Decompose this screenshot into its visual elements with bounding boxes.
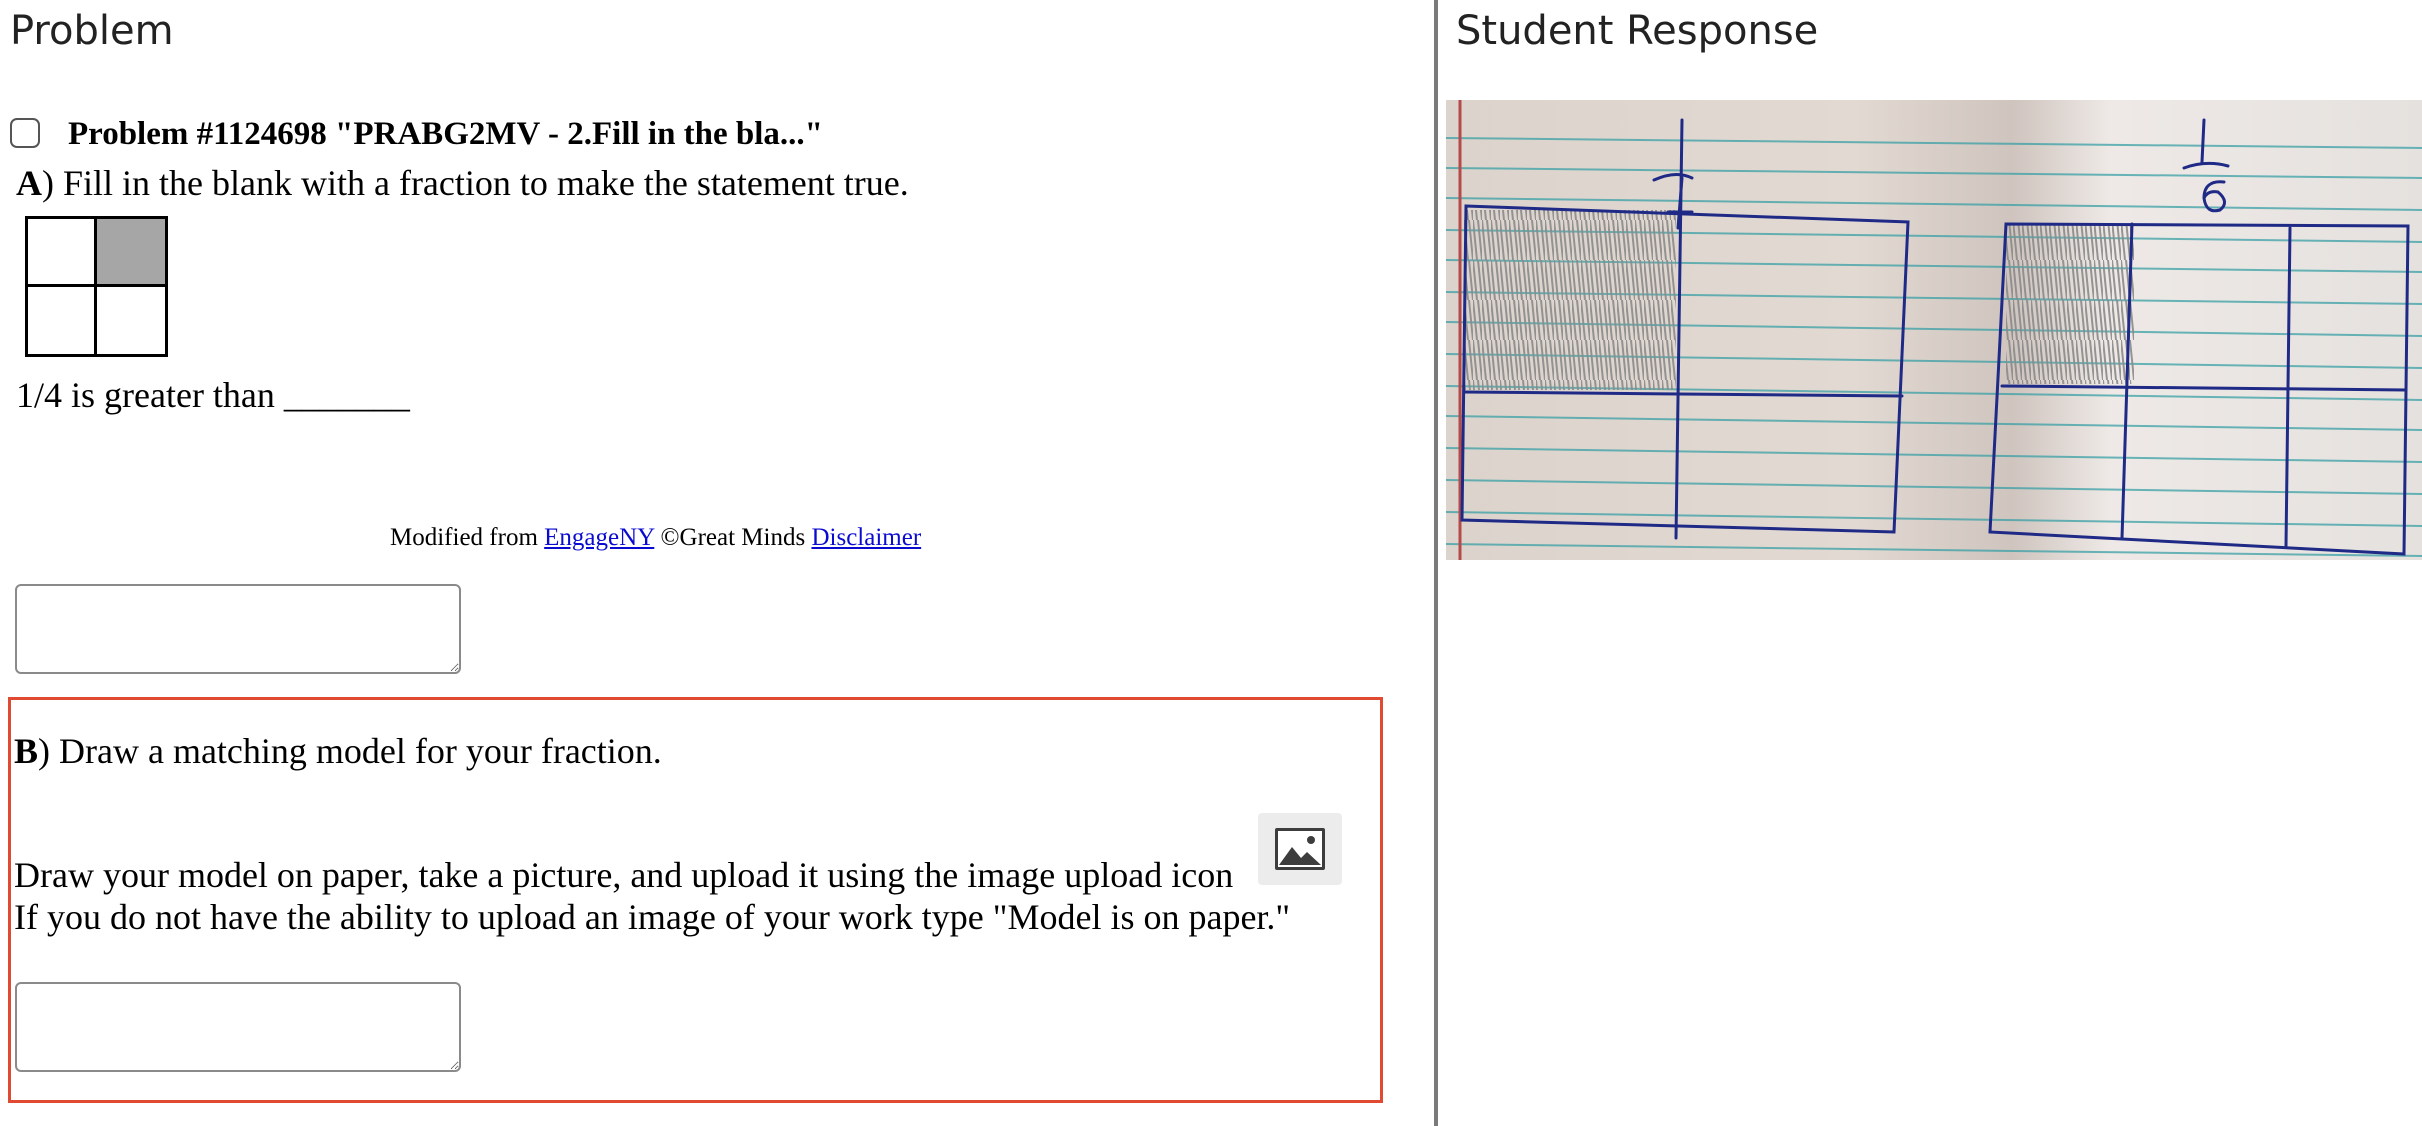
part-b-question: B) Draw a matching model for your fracti… [14,730,662,772]
part-b-text: ) Draw a matching model for your fractio… [38,731,662,771]
upload-instruction: Draw your model on paper, take a picture… [14,855,1234,895]
part-b-answer-input[interactable] [15,982,461,1072]
image-icon [1258,813,1342,885]
part-a-question: A) Fill in the blank with a fraction to … [16,162,909,204]
student-response-title: Student Response [1456,8,1819,54]
problem-header: Problem #1124698 "PRABG2MV - 2.Fill in t… [10,116,823,153]
model-cell-shaded [96,219,165,287]
fraction-statement: 1/4 is greater than _______ [16,375,410,415]
credit-middle: ©Great Minds [654,524,812,551]
no-upload-instruction: If you do not have the ability to upload… [14,897,1291,937]
student-work-photo [1446,100,2422,560]
engageny-link[interactable]: EngageNY [544,524,654,551]
model-cell [28,219,97,287]
part-a-label: A [16,163,42,203]
pane-divider[interactable] [1434,0,1438,1126]
model-cell [97,287,166,355]
fraction-model-grid [25,216,168,357]
part-b-label: B [14,731,39,771]
problem-pane-title: Problem [10,8,174,54]
disclaimer-link[interactable]: Disclaimer [811,524,921,551]
problem-title: Problem #1124698 "PRABG2MV - 2.Fill in t… [68,116,824,152]
credit-line: Modified from EngageNY ©Great Minds Disc… [390,524,921,552]
problem-select-checkbox[interactable] [10,117,40,148]
model-cell [28,286,97,354]
part-a-answer-input[interactable] [15,584,461,674]
credit-prefix: Modified from [390,524,545,551]
part-a-text: ) Fill in the blank with a fraction to m… [42,163,909,203]
